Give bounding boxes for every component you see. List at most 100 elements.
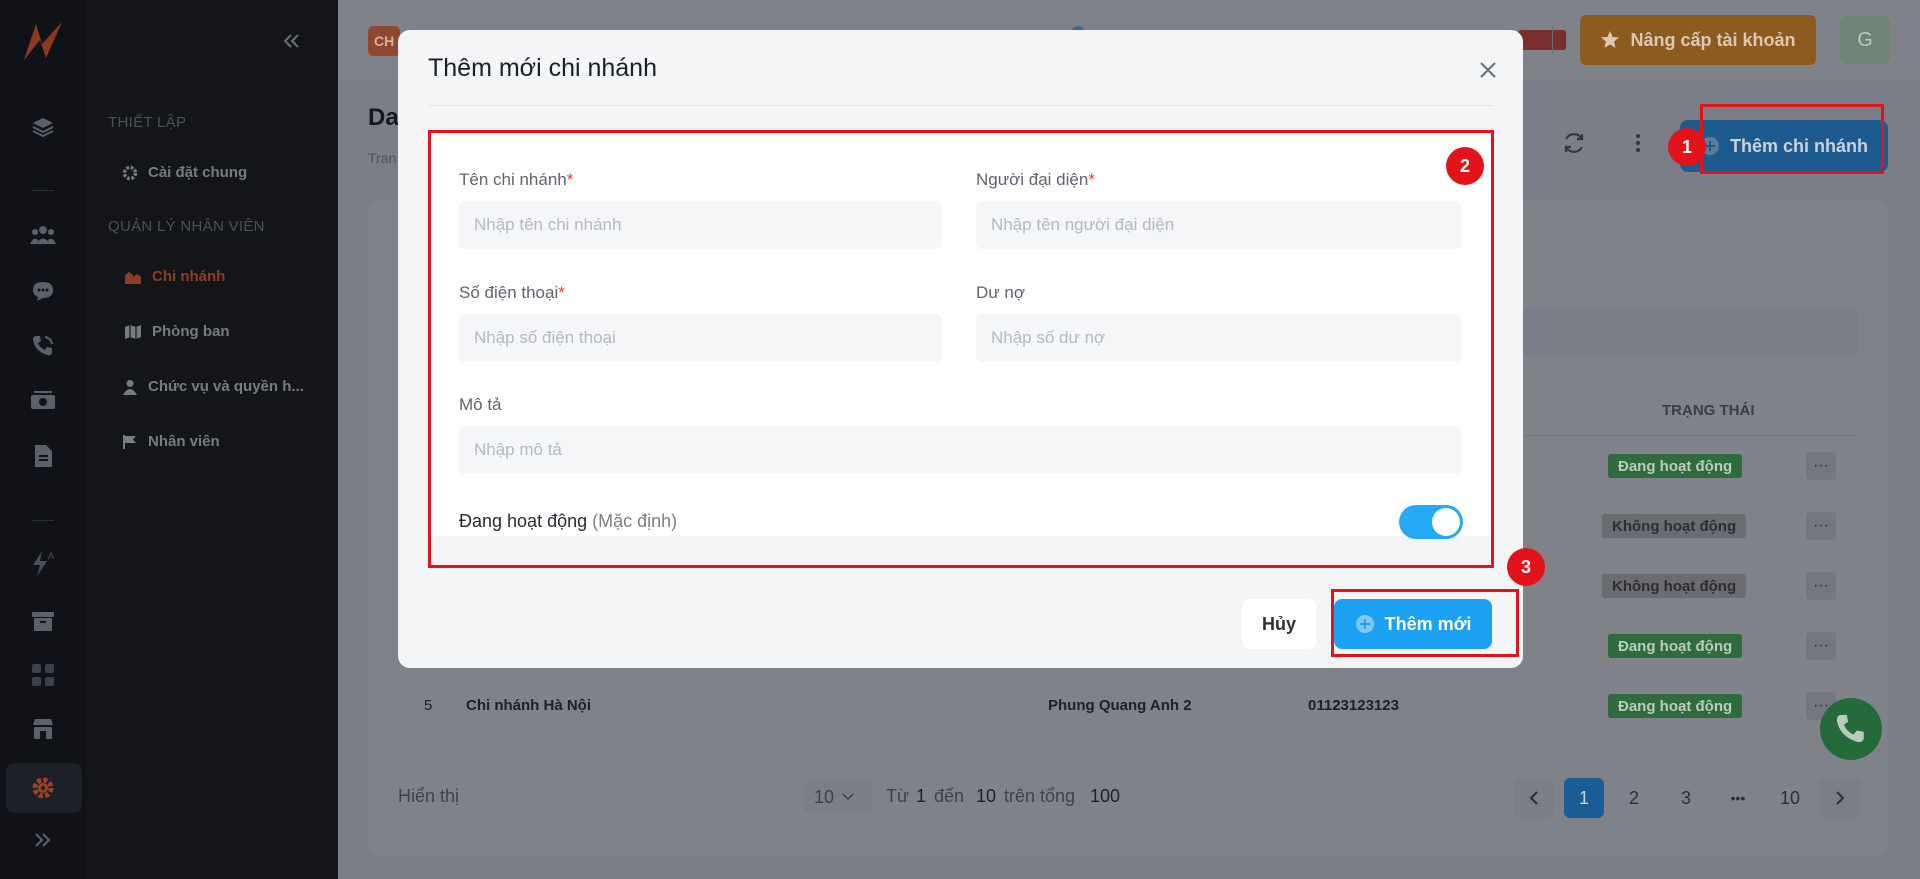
upgrade-account-button[interactable]: Nâng cấp tài khoản <box>1580 15 1816 65</box>
phone-input[interactable] <box>459 314 942 362</box>
chevron-right-icon <box>1835 790 1845 806</box>
status-badge: Đang hoạt động <box>1608 694 1743 718</box>
pagination-from: 1 <box>916 786 927 806</box>
step-marker-2: 2 <box>1446 147 1484 185</box>
cancel-button[interactable]: Hủy <box>1242 599 1316 649</box>
settings-icon[interactable] <box>28 773 58 803</box>
section-staff-label: QUẢN LÝ NHÂN VIÊN <box>108 218 265 235</box>
document-icon[interactable] <box>28 441 58 471</box>
modal-title: Thêm mới chi nhánh <box>428 54 657 82</box>
prev-page-button[interactable] <box>1514 778 1554 818</box>
add-branch-modal: Thêm mới chi nhánh Tên chi nhánh* Người … <box>398 30 1545 668</box>
sidebar-item-label: Chi nhánh <box>152 268 226 285</box>
icon-rail: A <box>0 0 86 879</box>
phone-icon[interactable] <box>28 331 58 361</box>
gear-icon <box>122 165 138 181</box>
step-marker-3: 3 <box>1507 548 1545 586</box>
phone-label: Số điện thoại* <box>459 283 565 302</box>
refresh-button[interactable] <box>1550 119 1598 167</box>
step-marker-1: 1 <box>1668 128 1706 166</box>
page-size-value: 10 <box>814 786 835 807</box>
workspace-badge[interactable]: CH <box>368 26 400 56</box>
phone-cell: 01123123123 <box>1308 697 1399 714</box>
branch-name-cell[interactable]: Chi nhánh Hà Nội <box>466 697 591 714</box>
status-badge: Không hoạt động <box>1602 574 1747 598</box>
submit-label: Thêm mới <box>1384 613 1472 634</box>
automation-icon[interactable]: A <box>28 548 58 578</box>
row-actions-button[interactable]: ··· <box>1806 632 1836 660</box>
flag-icon <box>122 434 138 450</box>
active-toggle-label: Đang hoạt động (Mặc định) <box>459 511 678 531</box>
active-toggle[interactable] <box>1399 505 1463 539</box>
row-actions-button[interactable]: ··· <box>1806 452 1836 480</box>
sidebar-item-employees[interactable]: Nhân viên <box>122 433 220 450</box>
branch-icon <box>124 269 142 285</box>
next-page-button[interactable] <box>1820 778 1860 818</box>
page-title: Da <box>368 104 399 131</box>
branch-name-label: Tên chi nhánh* <box>459 170 574 189</box>
description-label: Mô tả <box>459 395 502 414</box>
pagination-show-label: Hiển thị <box>398 786 460 806</box>
collapse-sidebar-icon[interactable] <box>282 32 302 50</box>
status-badge: Không hoạt động <box>1602 514 1747 538</box>
page-size-select[interactable]: 10 <box>804 781 872 813</box>
page-button[interactable]: 2 <box>1614 778 1654 818</box>
column-header-status: TRẠNG THÁI <box>1662 402 1755 419</box>
row-actions-button[interactable]: ··· <box>1806 512 1836 540</box>
pagination-to: 10 <box>976 786 997 806</box>
breadcrumb[interactable]: Tran <box>368 150 396 166</box>
refresh-icon <box>1561 130 1587 156</box>
archive-icon[interactable] <box>28 606 58 636</box>
more-options-button[interactable] <box>1614 119 1662 167</box>
upgrade-label: Nâng cấp tài khoản <box>1630 29 1796 50</box>
page-button[interactable]: 10 <box>1770 778 1810 818</box>
user-icon <box>122 379 138 395</box>
pagination-total-label: trên tổng <box>1004 786 1076 806</box>
sidebar-item-label: Phòng ban <box>152 323 230 340</box>
layers-icon[interactable] <box>28 112 58 142</box>
row-index: 5 <box>424 697 433 714</box>
sidebar-item-label: Nhân viên <box>148 433 220 450</box>
rail-divider <box>32 520 54 521</box>
description-input[interactable] <box>459 426 1461 474</box>
pagination-from-label: Từ <box>886 786 910 806</box>
page-ellipsis[interactable]: ••• <box>1718 778 1758 818</box>
sidebar-item-department[interactable]: Phòng ban <box>124 323 230 340</box>
users-icon[interactable] <box>28 220 58 250</box>
submit-add-button[interactable]: Thêm mới <box>1334 599 1492 649</box>
sidebar-item-roles[interactable]: Chức vụ và quyền h... <box>122 378 304 395</box>
debt-label: Dư nợ <box>976 283 1025 302</box>
chat-icon[interactable] <box>28 276 58 306</box>
close-modal-button[interactable] <box>1474 56 1502 84</box>
chevron-left-icon <box>1529 790 1539 806</box>
add-branch-button[interactable]: Thêm chi nhánh <box>1680 120 1888 172</box>
representative-input[interactable] <box>976 201 1461 249</box>
logo-icon[interactable] <box>20 18 66 64</box>
store-icon[interactable] <box>28 714 58 744</box>
debt-input[interactable] <box>976 314 1461 362</box>
sidebar-item-general-settings[interactable]: Cài đặt chung <box>122 164 247 181</box>
page-button-current[interactable]: 1 <box>1564 778 1604 818</box>
close-icon <box>1479 61 1497 79</box>
sidebar-menu: THIẾT LẬP Cài đặt chung QUẢN LÝ NHÂN VIÊ… <box>86 0 338 879</box>
representative-label: Người đại diện* <box>976 170 1095 189</box>
apps-icon[interactable] <box>28 660 58 690</box>
row-actions-button[interactable]: ··· <box>1806 572 1836 600</box>
plus-circle-icon <box>1355 614 1375 634</box>
avatar[interactable]: G <box>1840 16 1890 64</box>
expand-icon[interactable] <box>28 825 58 855</box>
branch-name-input[interactable] <box>459 201 942 249</box>
page-button[interactable]: 3 <box>1666 778 1706 818</box>
chevron-down-icon <box>842 793 854 801</box>
call-button[interactable] <box>1820 698 1882 760</box>
section-settings-label: THIẾT LẬP <box>108 114 187 131</box>
sidebar-item-branch[interactable]: Chi nhánh <box>124 268 225 285</box>
rail-divider <box>32 190 54 191</box>
pagination-total: 100 <box>1090 786 1121 806</box>
modal-divider <box>428 105 1493 106</box>
representative-cell: Phung Quang Anh 2 <box>1048 697 1192 714</box>
svg-text:A: A <box>48 551 54 561</box>
status-badge: Đang hoạt động <box>1608 634 1743 658</box>
add-branch-label: Thêm chi nhánh <box>1729 135 1868 156</box>
money-icon[interactable] <box>28 386 58 416</box>
